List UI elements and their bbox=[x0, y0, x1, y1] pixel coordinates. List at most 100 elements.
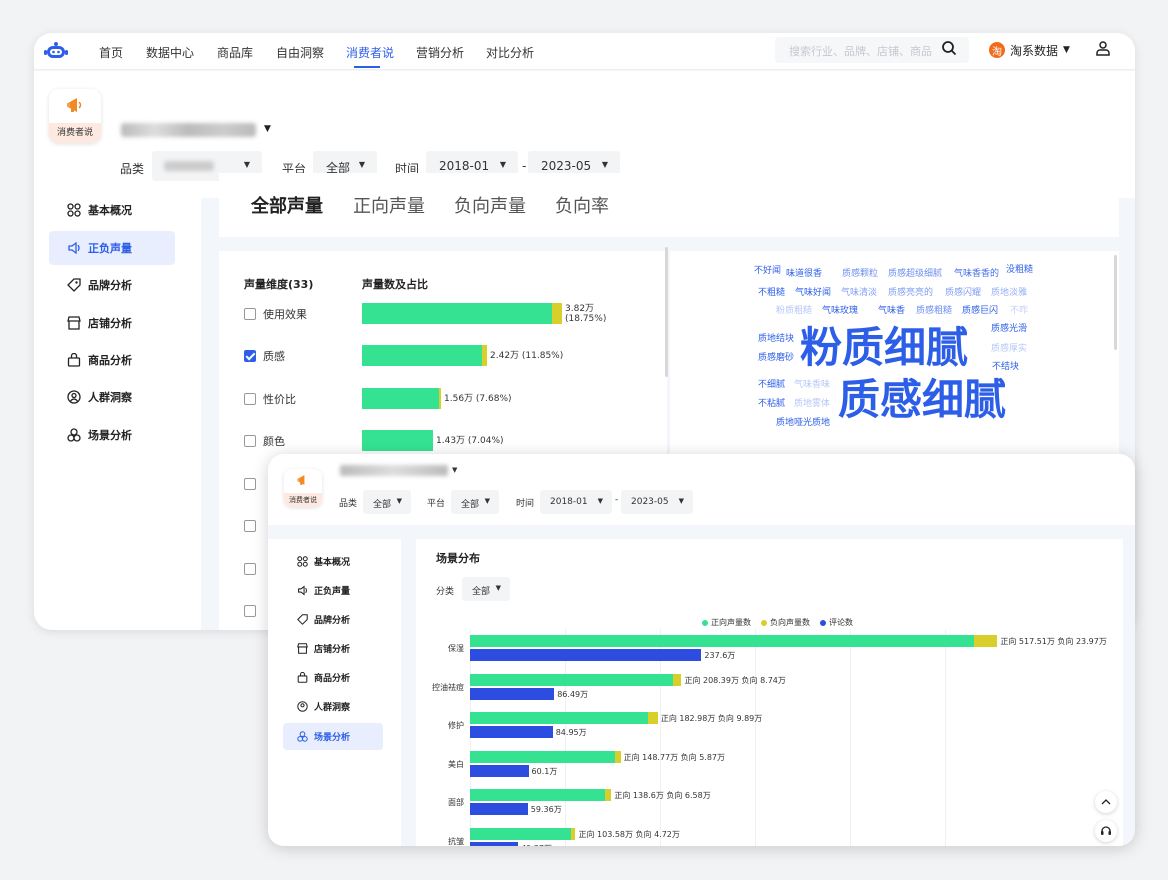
wordcloud-term[interactable]: 气味香 bbox=[878, 307, 905, 316]
chevron-down-icon[interactable]: ▼ bbox=[264, 124, 271, 134]
sidebar-item-store[interactable]: 店铺分析 bbox=[49, 306, 175, 340]
wordcloud-term[interactable]: 不粗糙 bbox=[758, 289, 785, 298]
nav-item-compare[interactable]: 对比分析 bbox=[486, 44, 534, 61]
wordcloud-term[interactable]: 质感超级细腻 bbox=[888, 270, 942, 279]
tab-negative-volume[interactable]: 负向声量 bbox=[454, 192, 526, 218]
nav-item-home[interactable]: 首页 bbox=[99, 44, 123, 61]
dimension-row[interactable] bbox=[244, 559, 263, 579]
positive-bar[interactable] bbox=[470, 635, 974, 647]
wordcloud-term[interactable]: 质感细腻 bbox=[838, 379, 1006, 421]
checkbox[interactable] bbox=[244, 350, 256, 362]
dimension-row[interactable]: 质感 bbox=[244, 346, 285, 366]
category-select[interactable]: 全部 ▼ bbox=[363, 490, 411, 514]
sidebar-item-sentiment[interactable]: 正负声量 bbox=[283, 577, 383, 604]
positive-bar[interactable] bbox=[470, 789, 605, 801]
legend-positive[interactable]: 正向声量数 bbox=[702, 617, 751, 628]
comment-bar[interactable] bbox=[470, 649, 702, 661]
sidebar-item-scene[interactable]: 场景分析 bbox=[49, 418, 175, 452]
negative-bar[interactable] bbox=[614, 750, 621, 763]
dimension-row[interactable]: 颜色 bbox=[244, 431, 285, 451]
comment-bar[interactable] bbox=[470, 803, 528, 815]
sidebar-item-brand[interactable]: 品牌分析 bbox=[49, 268, 175, 302]
wordcloud-term[interactable]: 不结块 bbox=[992, 363, 1019, 372]
wordcloud-term[interactable]: 质感光滑 bbox=[991, 325, 1027, 334]
wordcloud-term[interactable]: 味道很香 bbox=[786, 270, 822, 279]
robot-logo-icon[interactable] bbox=[43, 38, 69, 64]
wordcloud-term[interactable]: 气味好闻 bbox=[795, 289, 831, 298]
checkbox[interactable] bbox=[244, 308, 256, 320]
wordcloud-term[interactable]: 气味玫瑰 bbox=[822, 307, 858, 316]
user-icon[interactable] bbox=[1095, 40, 1111, 56]
support-button[interactable] bbox=[1095, 820, 1117, 842]
wordcloud-term[interactable]: 不粘腻 bbox=[758, 400, 785, 409]
dimension-row[interactable] bbox=[244, 516, 263, 536]
search-input[interactable]: 搜索行业、品牌、店铺、商品 bbox=[775, 37, 969, 63]
sidebar-item-overview[interactable]: 基本概况 bbox=[49, 193, 175, 227]
wordcloud-term[interactable]: 气味香味 bbox=[794, 381, 830, 390]
wordcloud-term[interactable]: 不细腻 bbox=[758, 381, 785, 390]
wordcloud-term[interactable]: 气味香香的 bbox=[954, 270, 999, 279]
comment-bar[interactable] bbox=[470, 687, 555, 700]
wordcloud-term[interactable]: 质感粗糙 bbox=[916, 307, 952, 316]
negative-bar[interactable] bbox=[672, 673, 682, 686]
wordcloud-term[interactable]: 质感巨闪 bbox=[962, 307, 998, 316]
negative-bar[interactable] bbox=[648, 712, 658, 724]
sidebar-item-sentiment[interactable]: 正负声量 bbox=[49, 231, 175, 265]
tab-positive-volume[interactable]: 正向声量 bbox=[353, 192, 425, 218]
positive-bar[interactable] bbox=[470, 712, 649, 724]
wordcloud-term[interactable]: 质感磨砂 bbox=[758, 354, 794, 363]
wordcloud-term[interactable]: 质感亮亮的 bbox=[888, 289, 933, 298]
dimension-row[interactable] bbox=[244, 601, 263, 621]
legend-comments[interactable]: 评论数 bbox=[820, 617, 853, 628]
brand-selector[interactable]: 淘淘系数据 ▼ bbox=[989, 39, 1070, 61]
negative-bar[interactable] bbox=[570, 827, 576, 840]
positive-bar[interactable] bbox=[470, 750, 615, 763]
class-select[interactable]: 全部 ▼ bbox=[462, 577, 510, 601]
negative-bar[interactable] bbox=[439, 388, 441, 409]
positive-bar[interactable] bbox=[362, 345, 482, 366]
negative-bar[interactable] bbox=[552, 303, 562, 324]
wordcloud-term[interactable]: 质感厚实 bbox=[991, 345, 1027, 354]
start-month-select[interactable]: 2018-01 ▼ bbox=[540, 490, 612, 514]
nav-item-data-center[interactable]: 数据中心 bbox=[146, 44, 194, 61]
chevron-down-icon[interactable]: ▼ bbox=[452, 466, 457, 474]
wordcloud-term[interactable]: 质地淡雅 bbox=[991, 289, 1027, 298]
wordcloud-term[interactable]: 质地雾体 bbox=[794, 400, 830, 409]
sidebar-item-product[interactable]: 商品分析 bbox=[49, 343, 175, 377]
nav-item-insight[interactable]: 自由洞察 bbox=[276, 44, 324, 61]
negative-bar[interactable] bbox=[604, 789, 612, 801]
legend-negative[interactable]: 负向声量数 bbox=[761, 617, 810, 628]
wordcloud-term[interactable]: 质感颗粒 bbox=[842, 270, 878, 279]
wordcloud-term[interactable]: 粉质粗糙 bbox=[776, 307, 812, 316]
wordcloud-term[interactable]: 气味清淡 bbox=[841, 289, 877, 298]
negative-bar[interactable] bbox=[482, 345, 487, 366]
sidebar-item-scene[interactable]: 场景分析 bbox=[283, 723, 383, 750]
wordcloud-term[interactable]: 粉质细腻 bbox=[800, 327, 968, 369]
checkbox[interactable] bbox=[244, 520, 256, 532]
platform-select[interactable]: 全部 ▼ bbox=[451, 490, 499, 514]
tab-negative-rate[interactable]: 负向率 bbox=[555, 192, 609, 218]
sidebar-item-audience[interactable]: 人群洞察 bbox=[49, 380, 175, 414]
search-icon[interactable] bbox=[941, 40, 957, 56]
dimension-scrollbar[interactable] bbox=[665, 247, 668, 377]
wordcloud-term[interactable]: 不好闻 bbox=[754, 267, 781, 276]
positive-bar[interactable] bbox=[362, 303, 552, 324]
negative-bar[interactable] bbox=[974, 635, 998, 647]
positive-bar[interactable] bbox=[470, 673, 673, 686]
checkbox[interactable] bbox=[244, 478, 256, 490]
dimension-row[interactable]: 使用效果 bbox=[244, 304, 307, 324]
comment-bar[interactable] bbox=[470, 726, 553, 738]
checkbox[interactable] bbox=[244, 393, 256, 405]
positive-bar[interactable] bbox=[362, 430, 433, 451]
sidebar-item-audience[interactable]: 人群洞察 bbox=[283, 693, 383, 720]
checkbox[interactable] bbox=[244, 435, 256, 447]
tab-all-volume[interactable]: 全部声量 bbox=[251, 192, 323, 218]
wordcloud-term[interactable]: 质地结块 bbox=[758, 335, 794, 344]
dimension-row[interactable] bbox=[244, 474, 263, 494]
back-to-top-button[interactable] bbox=[1095, 791, 1117, 813]
sidebar-item-product[interactable]: 商品分析 bbox=[283, 664, 383, 691]
comment-bar[interactable] bbox=[470, 841, 519, 846]
checkbox[interactable] bbox=[244, 605, 256, 617]
end-month-select[interactable]: 2023-05 ▼ bbox=[621, 490, 693, 514]
comment-bar[interactable] bbox=[470, 764, 529, 777]
